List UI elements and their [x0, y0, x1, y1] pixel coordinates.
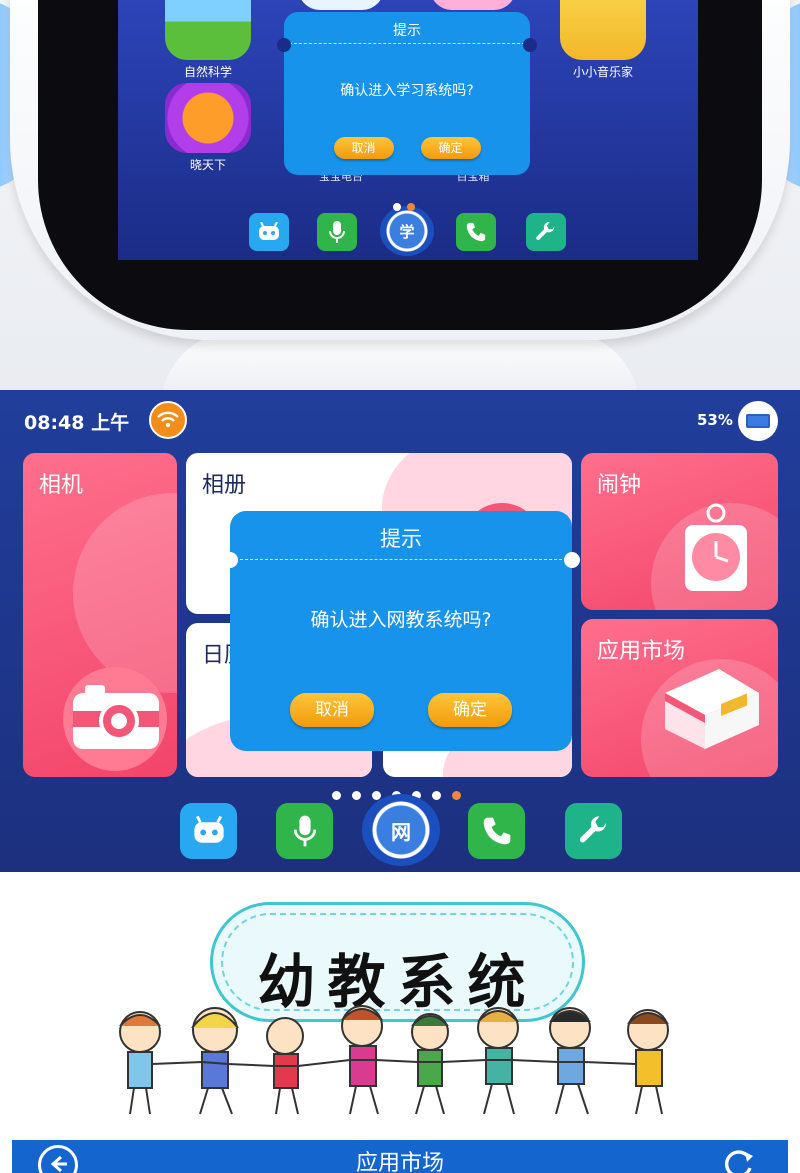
dialog-message: 确认进入学习系统吗? [340, 83, 474, 99]
tile-label: 相机 [39, 473, 84, 498]
app-little-musician[interactable]: 小小音乐家 [558, 0, 648, 80]
tile-alarm[interactable]: 闹钟 [581, 453, 778, 610]
dialog-message: 确认进入网教系统吗? [310, 609, 492, 631]
dialog-notch-right [523, 38, 537, 52]
wrench-icon [536, 221, 555, 240]
study-system-dialog: 提示 确认进入学习系统吗? 取消 确定 [277, 12, 537, 175]
robot-dock-button[interactable] [249, 213, 289, 251]
microphone-icon [329, 221, 345, 243]
page-dot [393, 203, 401, 211]
wrench-icon [579, 816, 606, 843]
app-label: 自然科学 [183, 65, 232, 79]
settings-dock-button[interactable] [565, 803, 622, 859]
robot-icon [193, 816, 224, 843]
app-market-header: 应用市场 [12, 1140, 788, 1173]
net-education-center-label: 网 [391, 819, 411, 844]
store-icon [665, 669, 759, 749]
treasure-box-icon [430, 0, 516, 10]
dialog-notch-left [222, 552, 238, 568]
page: 自然科学 晓天下 小小音乐家 宝宝电台 百宝箱 学 提示 确认进入学习系统吗? … [0, 0, 800, 1173]
confirm-button[interactable]: 确定 [428, 693, 512, 727]
voice-dock-button[interactable] [317, 213, 357, 251]
net-education-dialog: 提示 确认进入网教系统吗? 取消 确定 [222, 511, 580, 751]
tile-app-market[interactable]: 应用市场 [581, 619, 778, 777]
music-birds-icon [560, 0, 646, 60]
cancel-button[interactable]: 取消 [333, 137, 394, 159]
dialog-title: 提示 [284, 12, 530, 44]
camera-icon [73, 685, 159, 749]
voice-dock-button[interactable] [276, 803, 333, 859]
refresh-icon[interactable] [718, 1145, 758, 1173]
dialog-notch-left [277, 38, 291, 52]
robot-photo: 自然科学 晓天下 小小音乐家 宝宝电台 百宝箱 学 提示 确认进入学习系统吗? … [0, 0, 800, 390]
tile-label: 应用市场 [597, 639, 686, 664]
study-center-label: 学 [399, 222, 415, 241]
dialog-title: 提示 [230, 511, 572, 560]
app-label: 晓天下 [189, 158, 226, 172]
robot-page-indicator [393, 196, 421, 215]
net-education-center-button[interactable]: 网 [362, 794, 440, 866]
panda-radio-icon [298, 0, 384, 10]
battery-percent: 53% [697, 411, 733, 429]
launcher-screen: 08:48 上午 53% 相机 相册 闹钟 日历 应用市场 提示 确认进入网教系… [0, 390, 800, 872]
preschool-banner: 幼教系统 [0, 872, 800, 1140]
tile-label: 闹钟 [597, 473, 642, 498]
clock: 08:48 上午 [24, 412, 130, 434]
alarm-clock-icon [685, 503, 747, 591]
cancel-button[interactable]: 取消 [290, 693, 374, 727]
phone-icon [483, 817, 510, 845]
app-nature-science[interactable]: 自然科学 [163, 0, 253, 80]
phone-icon [466, 222, 486, 242]
status-bar: 08:48 上午 53% [0, 390, 800, 448]
phone-dock-button[interactable] [456, 213, 496, 251]
page-dot [332, 791, 341, 800]
phone-dock-button[interactable] [468, 803, 525, 859]
wifi-icon[interactable] [149, 401, 187, 439]
robot-icon [259, 222, 279, 240]
page-dot-active [452, 791, 461, 800]
page-dot-active [407, 203, 415, 211]
header-title: 应用市场 [355, 1151, 444, 1173]
page-dot [432, 791, 441, 800]
dialog-notch-right [564, 552, 580, 568]
microphone-icon [293, 815, 316, 847]
robot-dock-button[interactable] [180, 803, 237, 859]
tile-label: 相册 [202, 473, 247, 498]
battery-icon [738, 401, 778, 441]
settings-dock-button[interactable] [526, 213, 566, 251]
planet-icon [165, 83, 251, 153]
confirm-button[interactable]: 确定 [420, 137, 481, 159]
app-xiaotianxia[interactable]: 晓天下 [163, 83, 253, 173]
nature-science-icon [165, 0, 251, 60]
app-label: 小小音乐家 [572, 65, 633, 79]
children-illustration [119, 1005, 669, 1115]
page-dot [352, 791, 361, 800]
tile-camera[interactable]: 相机 [23, 453, 177, 777]
